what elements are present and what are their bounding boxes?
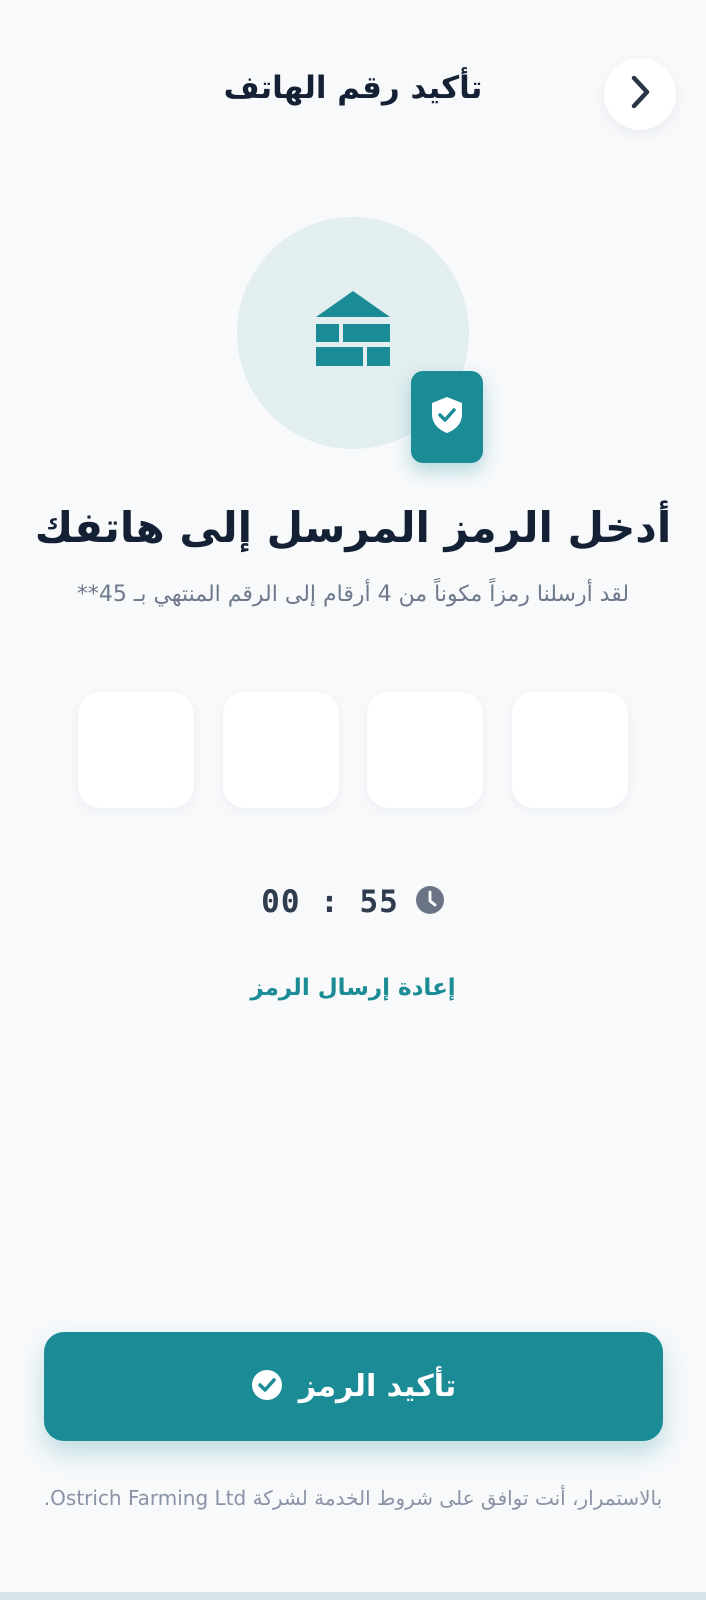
check-circle-icon [251, 1369, 283, 1405]
otp-input-group [78, 692, 628, 808]
shield-check-icon [430, 396, 464, 438]
countdown-timer: 00 : 55 [0, 884, 706, 920]
shield-badge [411, 371, 483, 463]
resend-code-link[interactable]: إعادة إرسال الرمز [0, 975, 706, 1001]
bottom-bar [0, 1592, 706, 1600]
timer-text: 00 : 55 [261, 884, 399, 920]
otp-digit-4[interactable] [78, 692, 195, 808]
confirm-code-button[interactable]: تأكيد الرمز [44, 1332, 663, 1441]
phone-verification-screen: تأكيد رقم الهاتف أدخل الرمز المرسل إلى ه… [0, 0, 706, 1600]
instruction-text: لقد أرسلنا رمزاً مكوناً من 4 أرقام إلى ا… [76, 582, 630, 607]
brick-wall-icon [315, 291, 391, 377]
otp-digit-2[interactable] [367, 692, 484, 808]
otp-digit-1[interactable] [512, 692, 628, 808]
otp-digit-3[interactable] [222, 692, 339, 808]
page-title: تأكيد رقم الهاتف [223, 70, 483, 106]
terms-text: بالاستمرار، أنت توافق على شروط الخدمة لش… [43, 1486, 663, 1510]
clock-icon [415, 885, 445, 919]
confirm-button-label: تأكيد الرمز [298, 1369, 457, 1404]
headline: أدخل الرمز المرسل إلى هاتفك [34, 503, 672, 552]
